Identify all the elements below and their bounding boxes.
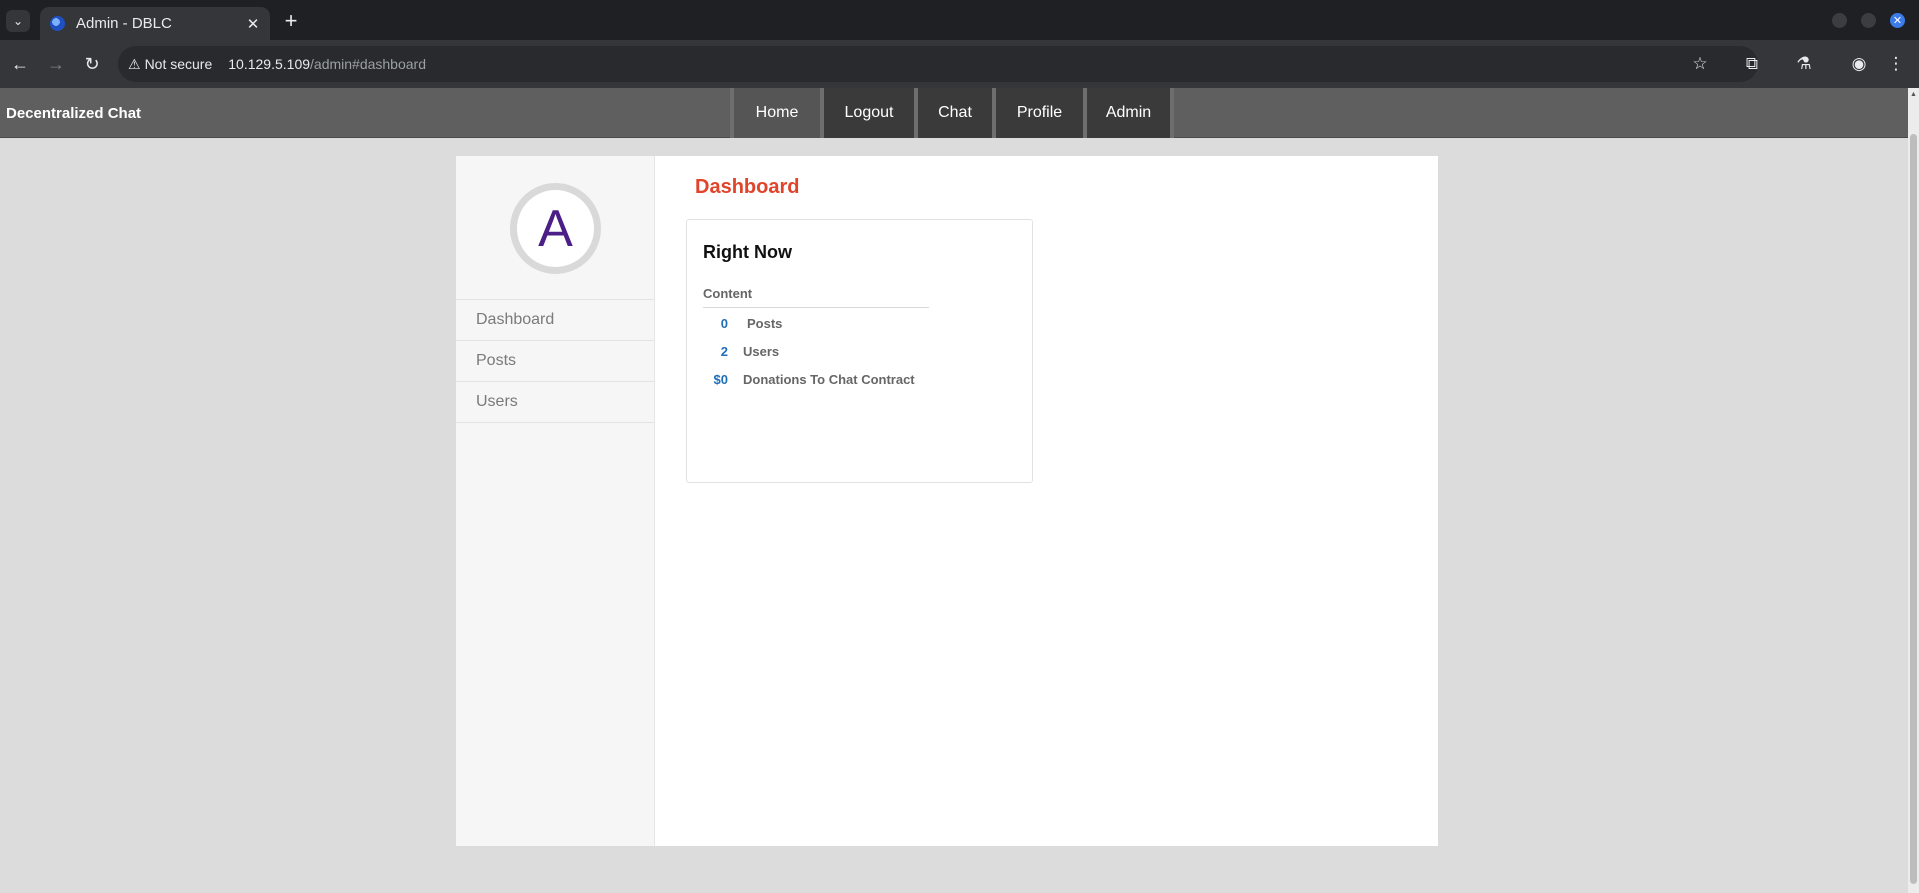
site-brand[interactable]: Decentralized Chat (6, 105, 141, 122)
nav-divider (1170, 88, 1174, 138)
scroll-up-arrow-icon[interactable]: ▲ (1910, 91, 1917, 98)
page-scrollbar[interactable]: ▲ (1908, 88, 1919, 893)
stat-row-donations: $0 Donations To Chat Contract (703, 370, 915, 388)
security-status[interactable]: Not secure (145, 56, 213, 72)
content-section-heading: Content (703, 286, 929, 308)
scrollbar-thumb[interactable] (1910, 134, 1917, 884)
stat-row-posts: 0 Posts (703, 314, 783, 332)
stat-label[interactable]: Users (743, 344, 779, 359)
stat-row-users: 2 Users (703, 342, 779, 360)
site-favicon-icon (50, 16, 65, 31)
site-header: Decentralized Chat Home Logout Chat Prof… (0, 88, 1908, 138)
tab-list-chevron-icon[interactable]: ⌄ (6, 10, 30, 32)
tab-title: Admin - DBLC (76, 15, 172, 32)
window-minimize-button[interactable] (1832, 13, 1847, 28)
back-arrow-icon[interactable]: ← (8, 52, 32, 76)
window-close-button[interactable]: ✕ (1890, 13, 1905, 28)
stat-value: 2 (720, 343, 728, 359)
menu-kebab-icon[interactable]: ⋮ (1884, 52, 1908, 76)
labs-flask-icon[interactable]: ⚗ (1792, 52, 1816, 76)
forward-arrow-icon[interactable]: → (44, 52, 68, 76)
admin-panel: A Dashboard Posts Users Dashboard Right … (456, 156, 1438, 846)
stat-label[interactable]: Posts (747, 316, 782, 331)
browser-tab-strip: ⌄ Admin - DBLC ✕ + ✕ (0, 0, 1919, 40)
tab-close-icon[interactable]: ✕ (242, 13, 264, 35)
sidebar-item-posts[interactable]: Posts (456, 341, 655, 382)
right-now-card: Right Now Content 0 Posts 2 Users $0 Don… (686, 219, 1033, 483)
nav-logout[interactable]: Logout (820, 88, 914, 138)
warning-triangle-icon: ⚠ (128, 55, 141, 72)
nav-home[interactable]: Home (730, 88, 820, 138)
card-title: Right Now (703, 242, 792, 262)
stat-label[interactable]: Donations To Chat Contract (743, 372, 915, 387)
browser-toolbar: ← → ↻ ⚠ Not secure 10.129.5.109 /admin#d… (0, 40, 1919, 88)
window-maximize-button[interactable] (1861, 13, 1876, 28)
sidebar-item-users[interactable]: Users (456, 382, 655, 423)
url-host: 10.129.5.109 (228, 56, 311, 72)
sidebar-item-dashboard[interactable]: Dashboard (456, 300, 655, 341)
profile-avatar-icon[interactable]: ◉ (1847, 52, 1871, 76)
page-viewport: Decentralized Chat Home Logout Chat Prof… (0, 88, 1919, 893)
new-tab-plus-icon[interactable]: + (279, 8, 303, 33)
admin-sidebar: A Dashboard Posts Users (456, 156, 655, 846)
nav-profile[interactable]: Profile (992, 88, 1083, 138)
reload-icon[interactable]: ↻ (80, 52, 104, 76)
nav-chat[interactable]: Chat (914, 88, 992, 138)
browser-tab-active[interactable]: Admin - DBLC ✕ (40, 7, 270, 40)
sidebar-menu: Dashboard Posts Users (456, 299, 655, 423)
address-bar[interactable]: ⚠ Not secure 10.129.5.109 /admin#dashboa… (118, 46, 1758, 82)
extensions-puzzle-icon[interactable]: ⧉ (1740, 52, 1764, 76)
page-title: Dashboard (695, 176, 800, 198)
stat-value: 0 (720, 315, 728, 331)
nav-admin[interactable]: Admin (1083, 88, 1170, 138)
stat-value: $0 (713, 371, 728, 387)
bookmark-star-icon[interactable]: ☆ (1688, 52, 1712, 76)
avatar: A (510, 183, 601, 274)
url-path: /admin#dashboard (310, 56, 426, 72)
